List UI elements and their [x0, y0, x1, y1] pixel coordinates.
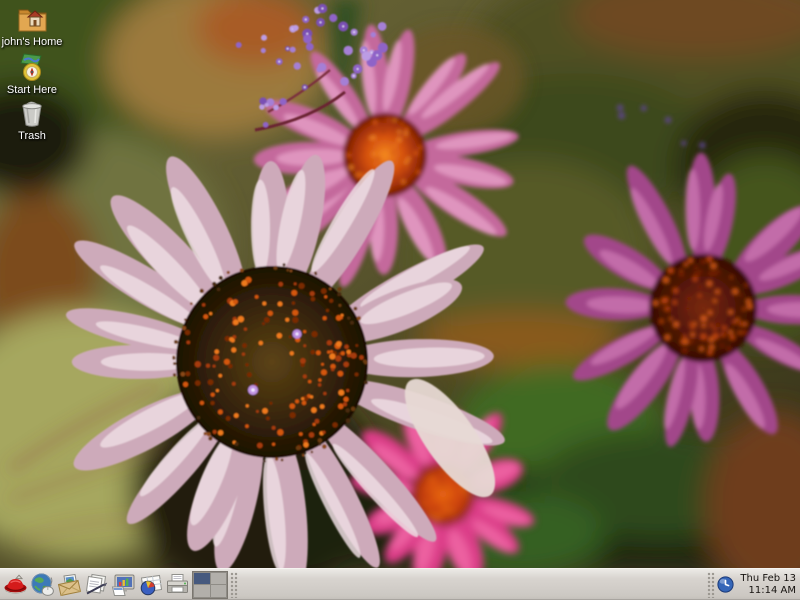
wallpaper [0, 0, 800, 568]
desktop-icon-label: john's Home [2, 36, 63, 48]
desktop-icon-trash[interactable]: Trash [0, 98, 64, 142]
redhat-menu-icon [2, 572, 29, 598]
workspace-3[interactable] [194, 585, 210, 597]
trash-icon [17, 98, 47, 128]
launcher-main-menu[interactable] [2, 570, 29, 600]
workspace-2[interactable] [211, 573, 227, 585]
launcher-web-browser[interactable] [29, 570, 56, 600]
launcher-group [0, 570, 191, 600]
workspace-4[interactable] [211, 585, 227, 597]
taskbar: Thu Feb 13 11:14 AM [0, 568, 800, 600]
launcher-word-processor[interactable] [83, 570, 110, 600]
printer-icon [164, 572, 191, 598]
start-here-icon [16, 52, 48, 82]
desktop-icon-start-here[interactable]: Start Here [0, 52, 64, 96]
web-browser-icon [29, 572, 56, 598]
clock-text: Thu Feb 13 11:14 AM [740, 573, 796, 597]
workspace-switcher[interactable] [192, 571, 228, 599]
word-processor-icon [83, 572, 110, 598]
spreadsheet-icon [137, 572, 164, 598]
clock-date: Thu Feb 13 [740, 573, 796, 585]
clock-icon [717, 576, 734, 593]
clock-applet[interactable]: Thu Feb 13 11:14 AM [717, 570, 800, 600]
launcher-email[interactable] [56, 570, 83, 600]
clock-time: 11:14 AM [740, 585, 796, 597]
launcher-printer[interactable] [164, 570, 191, 600]
presentation-icon [110, 572, 137, 598]
launcher-spreadsheet[interactable] [137, 570, 164, 600]
desktop-icon-label: Trash [18, 130, 46, 142]
desktop-icon-label: Start Here [7, 84, 57, 96]
launcher-presentation[interactable] [110, 570, 137, 600]
email-icon [56, 572, 83, 598]
desktop-icon-home[interactable]: john's Home [0, 2, 64, 48]
panel-drag-handle[interactable] [230, 572, 238, 598]
desktop: john's Home Start Here Trash [0, 0, 800, 568]
workspace-1[interactable] [194, 573, 210, 585]
screen: { "desktop": { "icons": [ { "label": "jo… [0, 0, 800, 600]
home-folder-icon [15, 2, 49, 34]
clock-drag-handle[interactable] [707, 572, 715, 598]
